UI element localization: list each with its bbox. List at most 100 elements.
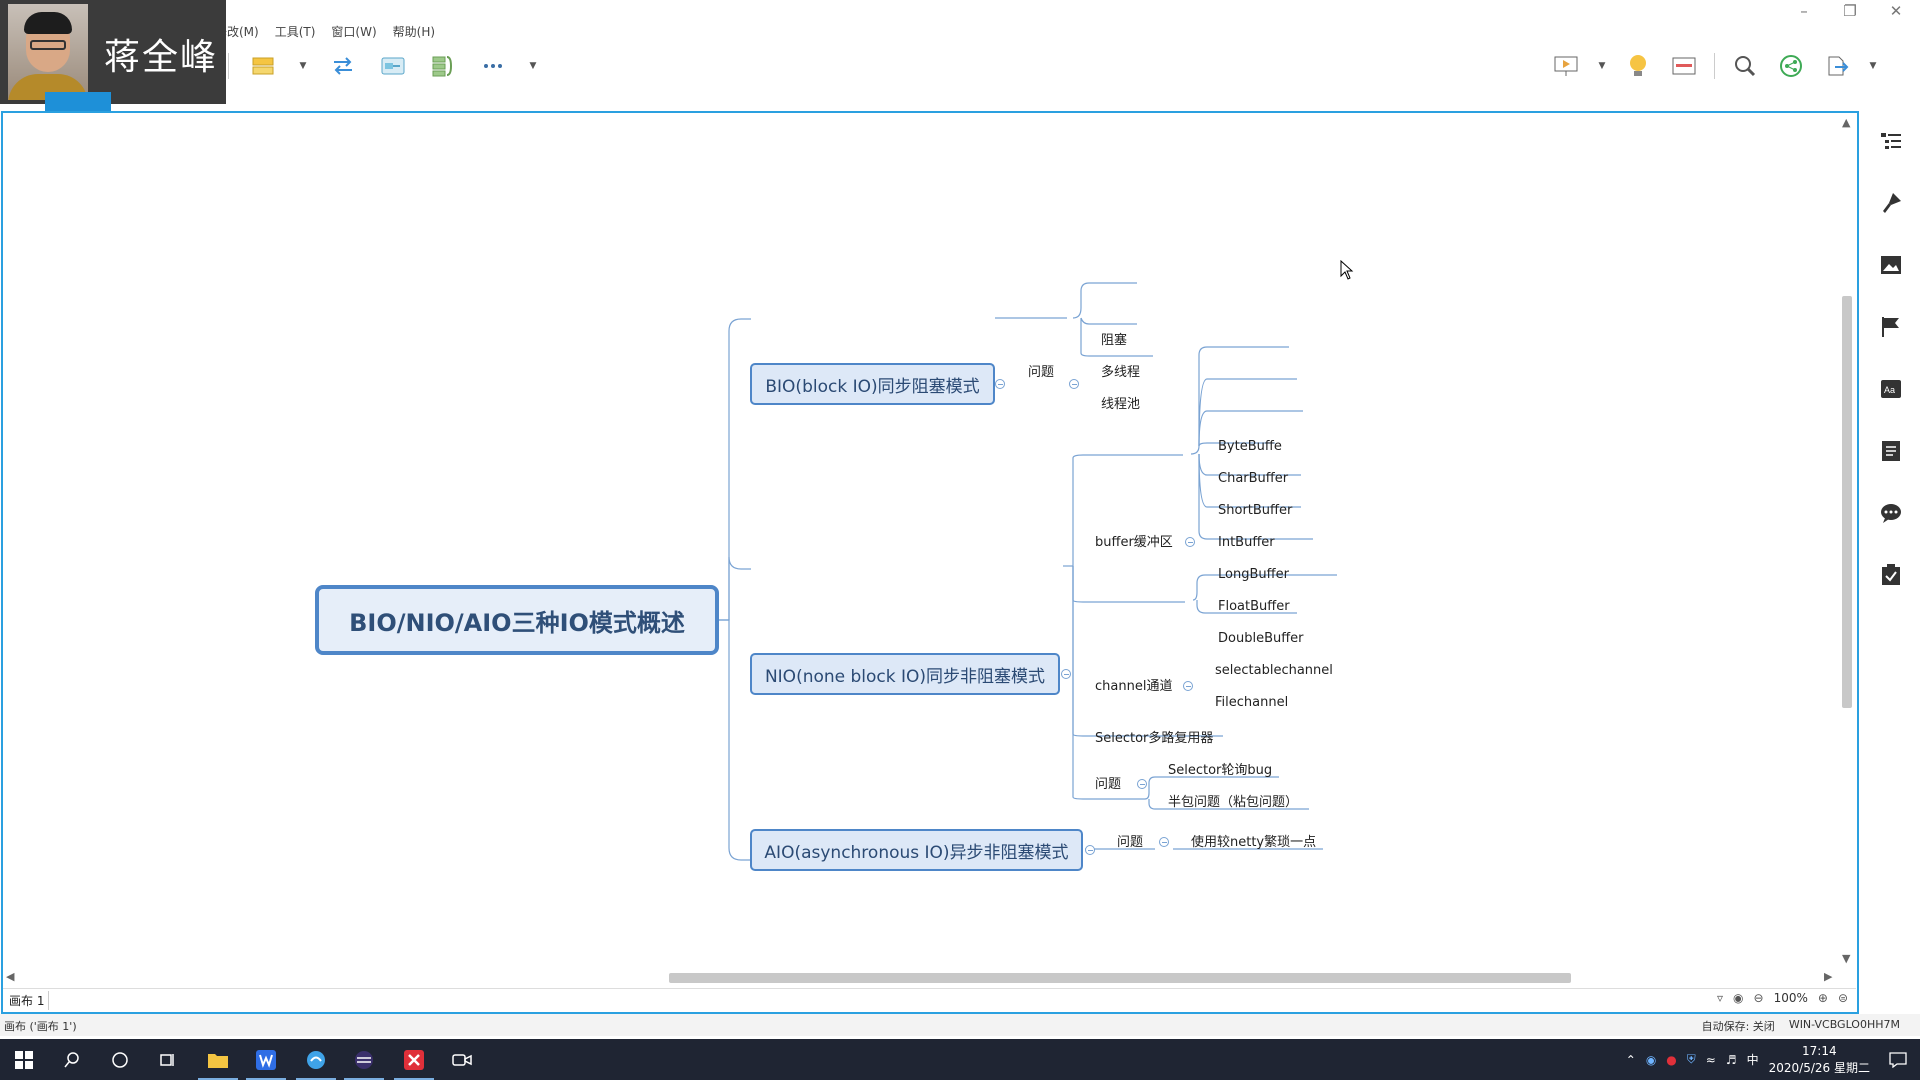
notes-icon[interactable] — [1876, 436, 1906, 466]
buffer-item[interactable]: ByteBuffe — [1218, 439, 1282, 454]
nio-problem-item[interactable]: Selector轮询bug — [1168, 759, 1272, 778]
xmind-icon[interactable] — [390, 1039, 438, 1080]
collapse-icon[interactable] — [995, 379, 1005, 389]
buffer-item[interactable]: DoubleBuffer — [1218, 631, 1304, 646]
minimize-button[interactable]: – — [1792, 2, 1816, 20]
tray-app-icon[interactable]: ● — [1666, 1053, 1676, 1067]
tab-start[interactable] — [0, 92, 45, 112]
collapse-icon[interactable] — [1185, 537, 1195, 547]
video-recorder-icon[interactable] — [438, 1039, 486, 1080]
zoom-out-icon[interactable]: ⊖ — [1754, 991, 1764, 1005]
close-button[interactable]: ✕ — [1884, 2, 1908, 20]
zoom-in-icon[interactable]: ⊕ — [1818, 991, 1828, 1005]
share-icon[interactable] — [1775, 51, 1807, 81]
topic-nio-buffer[interactable]: buffer缓冲区 — [1095, 531, 1173, 550]
topic-nio-channel[interactable]: channel通道 — [1095, 675, 1172, 694]
wps-writer-icon[interactable] — [242, 1039, 290, 1080]
more-icon[interactable] — [477, 51, 509, 81]
volume-icon[interactable]: ♬ — [1726, 1053, 1737, 1067]
topic-style-icon[interactable] — [247, 51, 279, 81]
topic-aio-problem[interactable]: 问题 — [1117, 831, 1143, 850]
buffer-item[interactable]: FloatBuffer — [1218, 599, 1290, 614]
filter-icon[interactable]: ▿ — [1717, 991, 1723, 1005]
collapse-icon[interactable] — [1085, 845, 1095, 855]
chevron-down-icon[interactable]: ▼ — [527, 51, 539, 81]
collapse-icon[interactable] — [1137, 779, 1147, 789]
channel-item[interactable]: Filechannel — [1215, 695, 1288, 710]
fit-icon[interactable]: ⊜ — [1838, 991, 1848, 1005]
collapse-icon[interactable] — [1183, 681, 1193, 691]
eclipse-icon[interactable] — [340, 1039, 388, 1080]
relationship-icon[interactable] — [327, 51, 359, 81]
topic-nio[interactable]: NIO(none block IO)同步非阻塞模式 — [750, 653, 1060, 695]
buffer-item[interactable]: CharBuffer — [1218, 471, 1288, 486]
sheet-tab[interactable]: 画布 1 — [5, 991, 50, 1010]
input-method[interactable]: 中 — [1747, 1051, 1759, 1068]
boundary-icon[interactable] — [377, 51, 409, 81]
topic-bio-item-blocking[interactable]: 阻塞 — [1101, 329, 1127, 348]
task-view-icon[interactable] — [144, 1039, 192, 1080]
notification-icon[interactable] — [1876, 1039, 1920, 1080]
browser-icon[interactable] — [292, 1039, 340, 1080]
autosave-status[interactable]: 自动保存: 关闭 — [1702, 1018, 1775, 1034]
scroll-left-icon[interactable]: ◀ — [6, 970, 14, 983]
cortana-icon[interactable] — [96, 1039, 144, 1080]
chevron-down-icon[interactable]: ▼ — [1596, 51, 1608, 81]
clock[interactable]: 17:14 2020/5/26 星期二 — [1769, 1043, 1870, 1077]
tray-app-icon[interactable]: ◉ — [1646, 1053, 1656, 1067]
text-style-icon[interactable]: Aa — [1876, 374, 1906, 404]
file-explorer-icon[interactable] — [194, 1039, 242, 1080]
topic-nio-selector[interactable]: Selector多路复用器 — [1095, 727, 1213, 746]
collapse-icon[interactable] — [1069, 379, 1079, 389]
tray-expand-icon[interactable]: ⌃ — [1626, 1053, 1636, 1067]
vertical-scroll-thumb[interactable] — [1842, 296, 1852, 708]
eye-icon[interactable]: ◉ — [1733, 991, 1743, 1005]
windows-start-icon[interactable] — [0, 1039, 48, 1080]
security-shield-icon[interactable]: ⛨ — [1687, 1052, 1696, 1067]
toolbar-separator — [1714, 53, 1715, 79]
search-icon[interactable] — [48, 1039, 96, 1080]
task-icon[interactable] — [1876, 560, 1906, 590]
scroll-right-icon[interactable]: ▶ — [1824, 970, 1832, 983]
search-icon[interactable] — [1729, 51, 1761, 81]
nio-problem-item[interactable]: 半包问题（粘包问题） — [1168, 791, 1298, 810]
lightbulb-icon[interactable] — [1622, 51, 1654, 81]
buffer-item[interactable]: LongBuffer — [1218, 567, 1289, 582]
network-icon[interactable]: ≈ — [1706, 1053, 1716, 1067]
topic-bio-item-threadpool[interactable]: 线程池 — [1101, 393, 1140, 412]
scroll-down-icon[interactable]: ▼ — [1842, 952, 1850, 965]
horizontal-scroll-thumb[interactable] — [669, 973, 1571, 983]
scroll-up-icon[interactable]: ▲ — [1842, 116, 1850, 129]
mindmap-canvas[interactable]: BIO/NIO/AIO三种IO模式概述 BIO(block IO)同步阻塞模式 … — [1, 111, 1859, 1014]
aio-problem-item[interactable]: 使用较netty繁琐一点 — [1191, 831, 1316, 850]
outline-icon[interactable] — [1876, 126, 1906, 156]
flag-icon[interactable] — [1876, 312, 1906, 342]
vertical-scrollbar[interactable]: ▲ ▼ — [1838, 116, 1854, 968]
menu-window[interactable]: 窗口(W) — [331, 23, 376, 40]
format-brush-icon[interactable] — [1876, 188, 1906, 218]
topic-bio[interactable]: BIO(block IO)同步阻塞模式 — [750, 363, 995, 405]
menu-tools[interactable]: 工具(T) — [275, 23, 316, 40]
channel-item[interactable]: selectablechannel — [1215, 663, 1333, 678]
buffer-item[interactable]: IntBuffer — [1218, 535, 1275, 550]
horizontal-scrollbar[interactable]: ◀ ▶ — [6, 970, 1836, 984]
comment-icon[interactable] — [1876, 498, 1906, 528]
restore-button[interactable]: ❐ — [1838, 2, 1862, 20]
outline-view-icon[interactable] — [1668, 51, 1700, 81]
menu-help[interactable]: 帮助(H) — [393, 23, 435, 40]
image-icon[interactable] — [1876, 250, 1906, 280]
chevron-down-icon[interactable]: ▼ — [1867, 51, 1879, 81]
buffer-item[interactable]: ShortBuffer — [1218, 503, 1292, 518]
presentation-icon[interactable] — [1550, 51, 1582, 81]
topic-nio-problem[interactable]: 问题 — [1095, 773, 1121, 792]
collapse-icon[interactable] — [1061, 669, 1071, 679]
collapse-icon[interactable] — [1159, 837, 1169, 847]
central-topic[interactable]: BIO/NIO/AIO三种IO模式概述 — [315, 585, 719, 655]
topic-aio[interactable]: AIO(asynchronous IO)异步非阻塞模式 — [750, 829, 1083, 871]
export-icon[interactable] — [1821, 51, 1853, 81]
summary-icon[interactable] — [427, 51, 459, 81]
chevron-down-icon[interactable]: ▼ — [297, 51, 309, 81]
tab-current-map[interactable] — [44, 92, 111, 112]
topic-bio-problem[interactable]: 问题 — [1028, 361, 1054, 380]
topic-bio-item-multithread[interactable]: 多线程 — [1101, 361, 1140, 380]
